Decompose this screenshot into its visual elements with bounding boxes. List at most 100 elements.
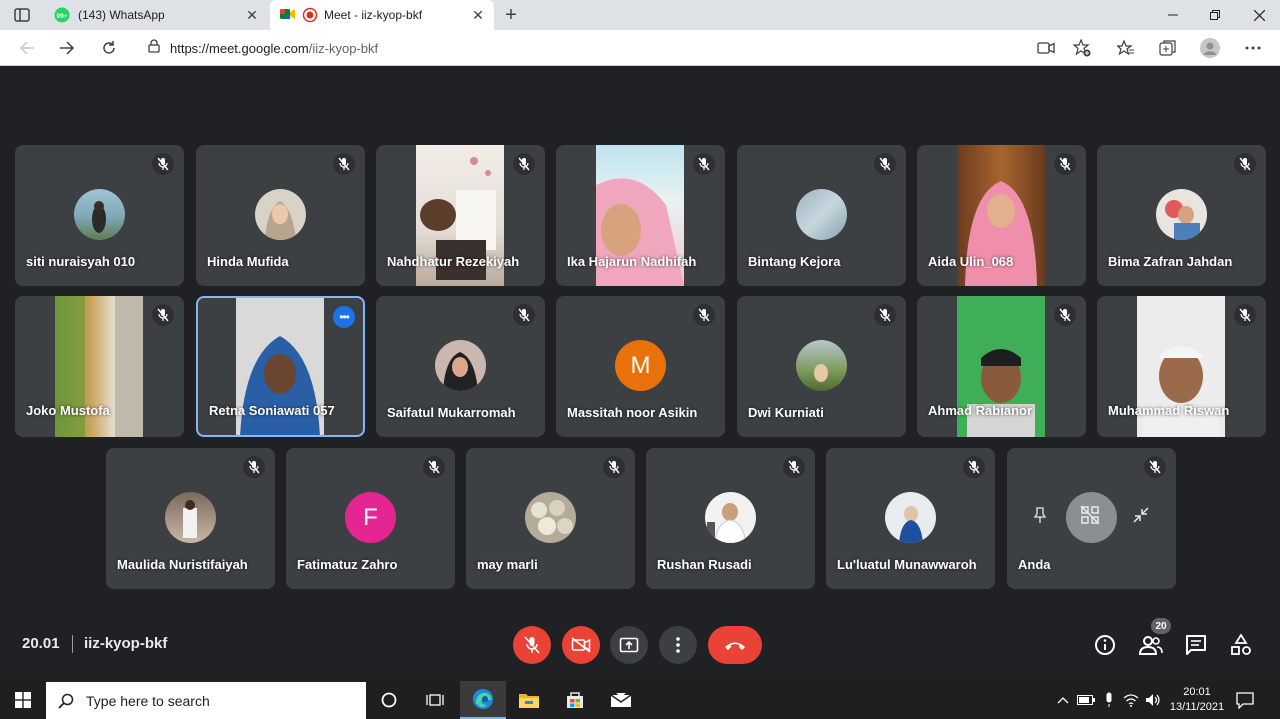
minimize-icon[interactable] [1150, 0, 1196, 30]
window-close-icon[interactable] [1236, 0, 1280, 30]
new-tab-icon[interactable]: + [500, 4, 522, 26]
microphone-tray-icon[interactable] [1100, 691, 1118, 709]
forward-icon[interactable] [54, 36, 80, 60]
activities-icon[interactable] [1228, 632, 1254, 658]
mic-muted-icon [874, 153, 896, 175]
mail-icon[interactable] [598, 681, 644, 719]
search-placeholder: Type here to search [86, 692, 210, 709]
wifi-icon[interactable] [1122, 691, 1140, 709]
show-hidden-icons-icon[interactable] [1054, 691, 1072, 709]
tab-meet[interactable]: Meet - iiz-kyop-bkf ✕ [270, 0, 494, 30]
reload-icon[interactable] [96, 36, 122, 60]
windows-start-icon[interactable] [0, 681, 46, 719]
participant-tile[interactable]: Muhammad Riswan [1097, 296, 1266, 437]
taskbar-clock[interactable]: 20:01 13/11/2021 [1166, 685, 1228, 715]
participant-tile[interactable]: Bintang Kejora [737, 145, 906, 286]
participant-tile[interactable]: Aida Ulin_068 [917, 145, 1086, 286]
camera-in-use-icon[interactable] [1036, 38, 1056, 58]
url-bar[interactable]: https://meet.google.com/iiz-kyop-bkf [138, 35, 1100, 61]
more-options-button[interactable] [659, 626, 697, 664]
restore-icon[interactable] [1192, 0, 1238, 30]
taskbar-search-box[interactable]: Type here to search [46, 682, 366, 719]
participant-name: Retna Soniawati 057 [209, 403, 335, 418]
search-icon [58, 693, 74, 709]
volume-icon[interactable] [1144, 691, 1162, 709]
mic-muted-icon [693, 304, 715, 326]
leave-call-button[interactable] [708, 626, 762, 664]
mic-muted-icon [152, 153, 174, 175]
collections-icon[interactable] [1158, 38, 1178, 58]
participant-name: Nahdhatur Rezekiyah [387, 254, 520, 269]
mic-muted-icon [152, 304, 174, 326]
tab-whatsapp[interactable]: 99+ (143) WhatsApp ✕ [44, 0, 268, 30]
participant-tile[interactable]: ••• Retna Soniawati 057 [196, 296, 365, 437]
camera-off-icon[interactable] [1080, 504, 1100, 530]
clock-date: 13/11/2021 [1169, 701, 1225, 713]
participant-tile[interactable]: siti nuraisyah 010 [15, 145, 184, 286]
file-explorer-icon[interactable] [506, 681, 552, 719]
camera-toggle-button[interactable] [562, 626, 600, 664]
microsoft-store-icon[interactable] [552, 681, 598, 719]
notifications-icon[interactable] [1236, 691, 1254, 714]
participant-name: Muhammad Riswan [1108, 403, 1230, 418]
avatar [885, 492, 936, 543]
mic-muted-icon [1234, 304, 1256, 326]
participant-tile[interactable]: Joko Mustofa [15, 296, 184, 437]
favorites-icon[interactable] [1116, 38, 1136, 58]
avatar [705, 492, 756, 543]
participant-tile[interactable]: Rushan Rusadi [646, 448, 815, 589]
mic-muted-icon [513, 153, 535, 175]
settings-more-icon[interactable] [1243, 38, 1263, 58]
participant-tile[interactable]: Dwi Kurniati [737, 296, 906, 437]
participant-tile[interactable]: Ika Hajarun Nadhifah [556, 145, 725, 286]
task-view-icon[interactable] [412, 681, 458, 719]
add-favorite-icon[interactable] [1072, 38, 1092, 58]
mic-muted-icon [513, 304, 535, 326]
battery-icon[interactable] [1077, 691, 1095, 709]
edge-icon[interactable] [460, 681, 506, 719]
tab-actions-icon[interactable] [8, 5, 36, 25]
avatar-letter: F [363, 503, 378, 531]
windows-taskbar: Type here to search 20:01 13/11/2021 [0, 681, 1280, 719]
pin-icon[interactable] [1032, 506, 1048, 529]
participant-tile[interactable]: M Massitah noor Asikin [556, 296, 725, 437]
self-tile[interactable]: Anda [1007, 448, 1176, 589]
chat-icon[interactable] [1183, 632, 1209, 658]
participant-tile[interactable]: Ahmad Rabianor [917, 296, 1086, 437]
participant-tile[interactable]: may marli [466, 448, 635, 589]
mic-muted-icon [1234, 153, 1256, 175]
avatar: M [615, 340, 666, 391]
profile-icon[interactable] [1200, 38, 1220, 58]
meeting-controls-bar: 20.01 iiz-kyop-bkf 20 [0, 610, 1280, 680]
mic-off-icon [524, 636, 540, 654]
back-icon[interactable] [14, 36, 40, 60]
participant-name: siti nuraisyah 010 [26, 254, 136, 269]
participant-name: Rushan Rusadi [657, 557, 752, 572]
clock-time: 20:01 [1183, 686, 1211, 698]
mic-muted-icon [333, 153, 355, 175]
participant-tile[interactable]: Hinda Mufida [196, 145, 365, 286]
participant-name: Saifatul Mukarromah [387, 405, 516, 420]
mic-muted-icon [1054, 153, 1076, 175]
more-options-icon[interactable]: ••• [333, 306, 355, 328]
participant-tile[interactable]: F Fatimatuz Zahro [286, 448, 455, 589]
people-icon[interactable] [1138, 632, 1164, 658]
present-now-button[interactable] [610, 626, 648, 664]
present-screen-icon [619, 637, 639, 653]
participant-tile[interactable]: Nahdhatur Rezekiyah [376, 145, 545, 286]
close-icon[interactable]: ✕ [244, 7, 260, 23]
minimize-self-icon[interactable] [1132, 506, 1150, 529]
mic-muted-icon [874, 304, 896, 326]
participant-tile[interactable]: Lu'luatul Munawwaroh [826, 448, 995, 589]
close-icon[interactable]: ✕ [470, 7, 486, 23]
cortana-icon[interactable] [366, 681, 412, 719]
participant-tile[interactable]: Saifatul Mukarromah [376, 296, 545, 437]
participant-name: Lu'luatul Munawwaroh [837, 557, 977, 572]
avatar [435, 340, 486, 391]
participant-tile[interactable]: Bima Zafran Jahdan [1097, 145, 1266, 286]
participant-tile[interactable]: Maulida Nuristifaiyah [106, 448, 275, 589]
meeting-code: iiz-kyop-bkf [84, 635, 168, 652]
url-path: /iiz-kyop-bkf [308, 40, 379, 56]
microphone-toggle-button[interactable] [513, 626, 551, 664]
meeting-details-icon[interactable] [1092, 632, 1118, 658]
